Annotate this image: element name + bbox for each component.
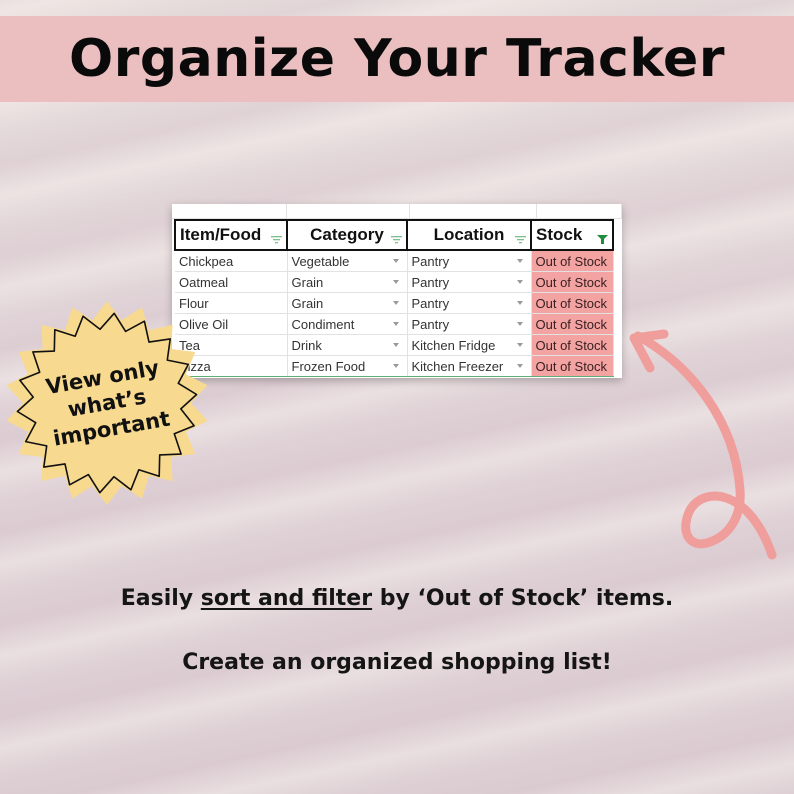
dropdown-arrow-icon[interactable] [516,322,523,326]
dropdown-arrow-icon[interactable] [516,301,523,305]
cell-value: Out of Stock [535,337,608,353]
cell-value: Pantry [411,295,450,311]
cell-value: Out of Stock [535,316,608,332]
cell-category[interactable]: Condiment [287,313,408,335]
column-header-stock[interactable]: Stock [530,219,614,251]
caption-line-1: Easily sort and filter by ‘Out of Stock’… [0,586,794,611]
cell-value: Vegetable [291,253,350,269]
cell-value: Kitchen Freezer [411,358,504,374]
dropdown-arrow-icon[interactable] [516,280,523,284]
cell-value: Out of Stock [535,274,608,290]
column-header-location[interactable]: Location [406,219,532,251]
cell-value: Out of Stock [535,358,608,374]
dropdown-arrow-icon[interactable] [392,343,399,347]
cell-value: Pantry [411,253,450,269]
cell-location[interactable]: Pantry [407,313,532,335]
page-title: Organize Your Tracker [69,29,725,89]
cell-stock[interactable]: Out of Stock [531,292,614,314]
badge-text: View only what’s important [0,281,229,524]
caption-line-2: Create an organized shopping list! [0,650,794,675]
dropdown-arrow-icon[interactable] [392,364,399,368]
cell-location[interactable]: Kitchen Fridge [407,334,532,356]
dropdown-arrow-icon[interactable] [392,301,399,305]
column-header-label: Category [310,225,384,244]
cell-value: Pantry [411,274,450,290]
dropdown-arrow-icon[interactable] [516,343,523,347]
cell-value: Out of Stock [535,295,608,311]
cell-value: Grain [291,295,324,311]
table-row: Oatmeal Grain Pantry Out of Stock [175,271,614,293]
cell-value: Pantry [411,316,450,332]
header-row: Item/Food Category Location Stock [174,219,614,251]
cell-location[interactable]: Pantry [407,250,532,272]
column-header-item[interactable]: Item/Food [174,219,288,251]
dropdown-arrow-icon[interactable] [392,259,399,263]
table-row: Chickpea Vegetable Pantry Out of Stock [175,250,614,272]
cell-stock[interactable]: Out of Stock [531,313,614,335]
filter-active-icon[interactable] [597,235,608,244]
cell-location[interactable]: Kitchen Freezer [407,355,532,377]
column-header-label: Item/Food [180,225,262,244]
filter-icon[interactable] [391,235,402,244]
cell-location[interactable]: Pantry [407,271,532,293]
cell-value: Drink [291,337,322,353]
cell-item[interactable]: Chickpea [175,250,288,272]
table-row: Flour Grain Pantry Out of Stock [175,292,614,314]
cell-value: Kitchen Fridge [411,337,496,353]
column-header-label: Stock [536,225,583,244]
cell-stock[interactable]: Out of Stock [531,334,614,356]
cell-location[interactable]: Pantry [407,292,532,314]
cell-category[interactable]: Vegetable [287,250,408,272]
curly-arrow-icon [629,329,777,560]
cell-value: Grain [291,274,324,290]
tracker-table: Item/Food Category Location Stock Chickp… [174,219,614,377]
filter-icon[interactable] [271,235,282,244]
cell-stock[interactable]: Out of Stock [531,250,614,272]
cell-value: Out of Stock [535,253,608,269]
dropdown-arrow-icon[interactable] [392,280,399,284]
caption-text: Easily [120,586,201,611]
cell-stock[interactable]: Out of Stock [531,271,614,293]
filter-icon[interactable] [515,235,526,244]
sheet-blank-row [172,204,622,219]
dropdown-arrow-icon[interactable] [392,322,399,326]
cell-value: Chickpea [179,253,234,269]
dropdown-arrow-icon[interactable] [516,364,523,368]
table-row: Pizza Frozen Food Kitchen Freezer Out of St… [175,355,614,377]
caption-text: by ‘Out of Stock’ items. [372,586,674,611]
column-header-label: Location [433,225,505,244]
title-banner: Organize Your Tracker [0,16,794,102]
caption-text: Create an organized shopping list! [182,650,612,675]
spreadsheet: Item/Food Category Location Stock Chickp… [172,204,622,378]
cell-value: Condiment [291,316,355,332]
table-row: Olive Oil Condiment Pantry Out of Stock [175,313,614,335]
cell-stock[interactable]: Out of Stock [531,355,614,377]
cell-category[interactable]: Grain [287,271,408,293]
column-header-category[interactable]: Category [286,219,408,251]
dropdown-arrow-icon[interactable] [516,259,523,263]
caption-emphasis: sort and filter [200,586,373,611]
callout-badge: View only what’s important [2,298,212,508]
table-row: Tea Drink Kitchen Fridge Out of Stock [175,334,614,356]
cell-category[interactable]: Grain [287,292,408,314]
cell-category[interactable]: Frozen Food [287,355,408,377]
cell-category[interactable]: Drink [287,334,408,356]
cell-value: Frozen Food [291,358,366,374]
